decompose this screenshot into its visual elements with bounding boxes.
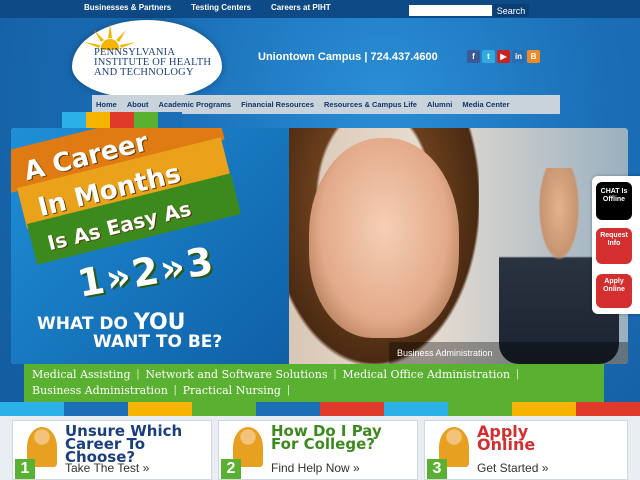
top-links: Businesses & Partners Testing Centers Ca…: [84, 3, 331, 12]
hero-question: WHAT DO YOU WANT TO BE?: [37, 312, 223, 352]
card-2-action[interactable]: Find Help Now »: [271, 461, 360, 475]
card-apply-online[interactable]: Apply Online Get Started » 3: [424, 420, 628, 480]
hero-caption: Business Administration: [389, 342, 628, 364]
request-info-button[interactable]: Request Info: [596, 228, 632, 264]
program-business-admin[interactable]: Business Administration: [32, 384, 168, 397]
card-pay-college[interactable]: How Do I Pay For College? Find Help Now …: [218, 420, 418, 480]
apply-online-side-button[interactable]: Apply Online: [596, 274, 632, 308]
card-3-title: Apply Online: [477, 422, 536, 454]
campus-phone: Uniontown Campus | 724.437.4600: [258, 51, 438, 63]
program-network-software[interactable]: Network and Software Solutions: [145, 368, 327, 381]
program-practical-nursing[interactable]: Practical Nursing: [183, 384, 281, 397]
separator: |: [516, 368, 519, 380]
hero-banner[interactable]: A Career In Months Is As Easy As 1»2»3 W…: [11, 128, 628, 364]
card-2-number: 2: [221, 459, 241, 479]
programs-row-2: Business Administration | Practical Nursi…: [32, 384, 296, 397]
nav-financial-resources[interactable]: Financial Resources: [241, 100, 314, 109]
search-input[interactable]: [409, 5, 492, 16]
linkedin-icon[interactable]: in: [512, 50, 525, 63]
hero-graphic: A Career In Months Is As Easy As 1»2»3 W…: [11, 128, 291, 364]
card-take-test[interactable]: Unsure Which Career To Choose? Take The …: [12, 420, 212, 480]
youtube-icon[interactable]: ▶: [497, 50, 510, 63]
nav-alumni[interactable]: Alumni: [427, 100, 452, 109]
program-medical-office-admin[interactable]: Medical Office Administration: [342, 368, 510, 381]
separator: |: [333, 368, 337, 380]
chat-status-button[interactable]: CHAT Is Offline: [596, 182, 632, 220]
blog-icon[interactable]: B: [527, 50, 540, 63]
nav-home[interactable]: Home: [96, 100, 117, 109]
card-1-number: 1: [15, 459, 35, 479]
nav-about[interactable]: About: [127, 100, 149, 109]
woman-face: [309, 138, 459, 338]
separator: |: [173, 384, 177, 396]
nav-resources-campus-life[interactable]: Resources & Campus Life: [324, 100, 417, 109]
card-3-action[interactable]: Get Started »: [477, 461, 548, 475]
card-1-action[interactable]: Take The Test »: [65, 461, 149, 475]
nav-academic-programs[interactable]: Academic Programs: [159, 100, 232, 109]
businesses-partners-link[interactable]: Businesses & Partners: [84, 3, 171, 12]
card-2-title: How Do I Pay For College?: [271, 422, 382, 453]
color-bar: [0, 402, 640, 416]
search-button[interactable]: Search: [493, 4, 529, 17]
hero-want-to-be: WANT TO BE?: [93, 332, 223, 352]
logo-line-3: AND TECHNOLOGY: [94, 67, 194, 78]
separator: |: [136, 368, 140, 380]
side-panel: CHAT Is Offline Request Info Apply Onlin…: [592, 176, 640, 314]
logo-text: PENNSYLVANIA INSTITUTE OF HEALTH AND TEC…: [94, 47, 211, 78]
twitter-icon[interactable]: t: [482, 50, 495, 63]
hero-photo: [289, 128, 628, 364]
hero-what-do: WHAT DO: [37, 314, 128, 334]
testing-centers-link[interactable]: Testing Centers: [191, 3, 251, 12]
card-3-number: 3: [427, 459, 447, 479]
programs-row-1: Medical Assisting | Network and Software …: [32, 368, 525, 381]
programs-bar: Medical Assisting | Network and Software …: [24, 364, 604, 402]
top-bar: Businesses & Partners Testing Centers Ca…: [0, 0, 640, 18]
bottom-section: Unsure Which Career To Choose? Take The …: [0, 416, 640, 480]
program-medical-assisting[interactable]: Medical Assisting: [32, 368, 131, 381]
card-1-title: Unsure Which Career To Choose?: [65, 422, 183, 466]
separator: |: [286, 384, 290, 396]
nav-media-center[interactable]: Media Center: [462, 100, 509, 109]
facebook-icon[interactable]: f: [467, 50, 480, 63]
social-icons: f t ▶ in B: [467, 50, 540, 63]
careers-link[interactable]: Careers at PIHT: [271, 3, 331, 12]
decorative-stripes: [62, 112, 182, 128]
